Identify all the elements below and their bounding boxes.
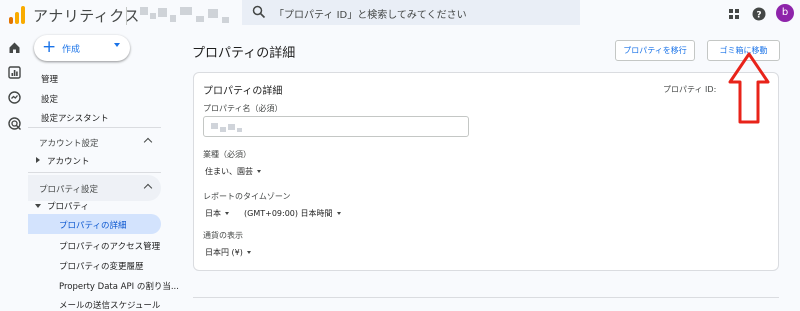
account-settings-section[interactable]: アカウント設定 (28, 129, 161, 155)
property-id-label: プロパティ ID: (663, 85, 717, 94)
chevron-up-icon[interactable] (143, 137, 153, 147)
industry-label: 業種（必須） (203, 150, 251, 159)
sidebar-item-change-history[interactable]: プロパティの変更履歴 (59, 260, 144, 272)
divider (28, 127, 161, 128)
create-button-label: 作成 (62, 45, 81, 55)
analytics-logo-icon[interactable] (9, 6, 25, 24)
property-settings-section[interactable]: プロパティ設定 (28, 175, 161, 201)
explore-icon[interactable] (8, 91, 21, 104)
help-icon[interactable]: ? (752, 7, 766, 21)
create-button[interactable]: + 作成 (34, 35, 130, 61)
page-title: プロパティの詳細 (192, 46, 296, 61)
chevron-down-icon (114, 43, 120, 47)
sidebar-item-property-access[interactable]: プロパティのアクセス管理 (59, 240, 160, 252)
top-bar: アナリティクス 「プロパティ ID」と検索してみてください ? b (0, 0, 800, 32)
section-title: プロパティ設定 (39, 185, 98, 195)
dropdown-caret-icon (225, 212, 229, 215)
plus-icon: + (42, 37, 57, 57)
collapse-arrow-icon[interactable] (35, 204, 41, 208)
app-title[interactable]: アナリティクス (33, 5, 140, 26)
avatar[interactable]: b (776, 4, 794, 22)
sidebar: + 作成 管理 設定 設定アシスタント アカウント設定 アカウント プロパティ設… (28, 32, 179, 311)
chevron-up-icon[interactable] (143, 183, 153, 193)
property-name-field[interactable] (203, 116, 469, 137)
currency-select[interactable]: 日本円 (¥) (205, 247, 251, 258)
sidebar-item-email-schedule[interactable]: メールの送信スケジュール (59, 299, 160, 311)
move-property-button[interactable]: プロパティを移行 (615, 40, 695, 61)
industry-select[interactable]: 住まい、園芸 (205, 166, 261, 177)
sidebar-item-settings[interactable]: 設定 (41, 93, 58, 105)
dropdown-caret-icon (336, 212, 341, 215)
industry-value: 住まい、園芸 (205, 167, 253, 176)
divider (193, 297, 779, 298)
currency-value: 日本円 (¥) (205, 248, 243, 257)
property-details-card: プロパティの詳細 プロパティ ID: プロパティ名（必須） 業種（必須） 住まい… (193, 72, 779, 271)
home-icon[interactable] (8, 41, 21, 54)
expand-arrow-icon[interactable] (36, 157, 40, 163)
sidebar-item-property-details[interactable]: プロパティの詳細 (59, 219, 127, 231)
sidebar-item-data-api-quota[interactable]: Property Data API の割り当... (59, 280, 179, 292)
section-title: アカウント設定 (39, 139, 99, 149)
account-selector[interactable] (140, 5, 240, 27)
property-name-label: プロパティ名（必須） (203, 104, 283, 113)
sidebar-item-property[interactable]: プロパティ (47, 200, 89, 212)
timezone-country-select[interactable]: 日本 (205, 208, 229, 219)
reports-icon[interactable] (8, 66, 21, 79)
nav-rail (0, 32, 28, 303)
timezone-country-value: 日本 (205, 209, 221, 218)
dropdown-caret-icon (246, 251, 251, 254)
svg-text:?: ? (756, 11, 761, 21)
advertising-icon[interactable] (8, 117, 21, 130)
annotation-up-arrow-icon (728, 52, 770, 124)
divider (126, 7, 127, 25)
main-content: プロパティの詳細 プロパティを移行 ゴミ箱に移動 プロパティの詳細 プロパティ … (165, 32, 800, 303)
search-placeholder[interactable]: 「プロパティ ID」と検索してみてください (274, 6, 467, 21)
currency-label: 通貨の表示 (203, 231, 243, 240)
search-bar[interactable]: 「プロパティ ID」と検索してみてください (242, 0, 580, 25)
timezone-label: レポートのタイムゾーン (203, 192, 291, 201)
timezone-value: (GMT+09:00) 日本時間 (244, 209, 333, 218)
divider (28, 172, 161, 173)
dropdown-caret-icon (257, 170, 261, 173)
card-title: プロパティの詳細 (203, 86, 283, 97)
sidebar-item-setup-assistant[interactable]: 設定アシスタント (41, 112, 109, 124)
sidebar-item-account[interactable]: アカウント (47, 155, 90, 167)
apps-grid-icon[interactable] (727, 7, 741, 21)
timezone-select[interactable]: (GMT+09:00) 日本時間 (244, 208, 341, 219)
sidebar-item-admin[interactable]: 管理 (41, 73, 58, 85)
search-icon (252, 5, 266, 19)
